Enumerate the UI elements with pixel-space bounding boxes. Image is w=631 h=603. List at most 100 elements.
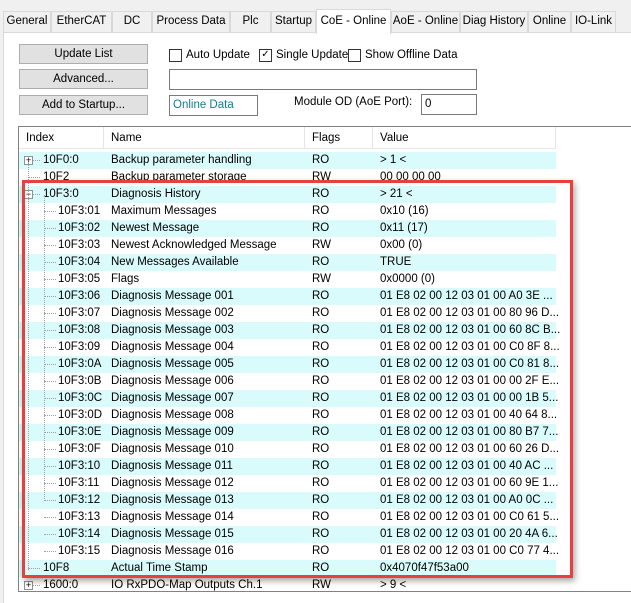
column-header-index[interactable]: Index [19,127,104,149]
table-row[interactable]: 10F3:0B Diagnosis Message 006 RO 01 E8 02 0… [19,373,560,390]
table-row[interactable]: 10F3:03 Newest Acknowledged Message RW 0x00… [19,237,556,254]
tree-connector [44,364,56,365]
table-row[interactable]: 10F3:0A Diagnosis Message 005 RO 01 E8 02 0… [19,356,559,373]
module-od-input[interactable]: 0 [421,94,477,115]
column-header-value[interactable]: Value [373,127,556,149]
row-value: 01 E8 02 00 12 03 01 00 A0 0C ... [380,494,554,506]
tab-startup[interactable]: Startup [271,11,316,32]
row-name: Diagnosis Message 009 [111,426,234,438]
single-update-checkbox[interactable]: ✓ Single Update [259,47,348,63]
row-index: 10F3:15 [58,545,101,557]
table-row[interactable]: 10F3:04 New Messages Available RO TRUE [19,254,556,271]
row-flags: RO [312,460,330,472]
row-name: Diagnosis Message 004 [111,341,234,353]
table-row[interactable]: 10F3:11 Diagnosis Message 012 RO 01 E8 02 0… [19,475,558,492]
show-offline-data-checkbox[interactable]: Show Offline Data [348,47,457,63]
auto-update-checkbox[interactable]: Auto Update [169,47,250,63]
table-row[interactable]: 10F3:09 Diagnosis Message 004 RO 01 E8 02 0… [19,339,560,356]
tree-connector [44,228,56,229]
table-row[interactable]: 10F3:0D Diagnosis Message 008 RO 01 E8 02 0… [19,407,557,424]
table-row[interactable]: 10F3:14 Diagnosis Message 015 RO 01 E8 02 0… [19,526,558,543]
row-index: 10F3:0D [58,409,103,421]
table-row[interactable]: 10F3:15 Diagnosis Message 016 RO 01 E8 02 0… [19,543,560,560]
table-row[interactable]: 10F3:08 Diagnosis Message 003 RO 01 E8 02 0… [19,322,560,339]
object-dictionary-list[interactable]: Index Name Flags Value +10F0:0 Backup par… [18,126,631,592]
table-row[interactable]: 10F3:0E Diagnosis Message 009 RO 01 E8 02 0… [19,424,558,441]
row-name: Diagnosis Message 015 [111,528,234,540]
row-value: 01 E8 02 00 12 03 01 00 60 8C B... [380,324,561,336]
row-index: 10F3:01 [58,205,101,217]
row-flags: RO [312,426,330,438]
table-row[interactable]: 10F3:05 Flags RW 0x0000 (0) [19,271,556,288]
tab-aoe-online[interactable]: AoE - Online [391,11,460,32]
row-flags: RO [312,409,330,421]
row-value: > 1 < [380,154,407,166]
row-flags: RO [312,528,330,540]
row-name: Backup parameter storage [111,171,247,183]
row-flags: RW [312,579,331,591]
table-row[interactable]: 10F3:10 Diagnosis Message 011 RO 01 E8 02 0… [19,458,556,475]
tree-connector [44,398,56,399]
row-flags: RW [312,273,331,285]
row-flags: RO [312,205,330,217]
row-value: 01 E8 02 00 12 03 01 00 C0 77 4... [380,545,560,557]
update-list-button[interactable]: Update List [19,44,148,64]
row-name: Diagnosis Message 001 [111,290,234,302]
tab-coe-online[interactable]: CoE - Online [316,9,391,34]
row-index: 10F3:10 [58,460,101,472]
table-row[interactable]: 10F3:07 Diagnosis Message 002 RO 01 E8 02 0… [19,305,560,322]
tree-connector [44,466,56,467]
tree-connector [44,534,56,535]
auto-update-label: Auto Update [186,49,250,61]
row-value: 01 E8 02 00 12 03 01 00 C0 61 5... [380,511,560,523]
tab-plc[interactable]: Plc [230,11,271,32]
table-row[interactable]: 10F3:12 Diagnosis Message 013 RO 01 E8 02 0… [19,492,556,509]
tab-io-link[interactable]: IO-Link [571,11,616,32]
column-header-name[interactable]: Name [104,127,305,149]
row-index: 10F0:0 [43,154,79,166]
row-flags: RO [312,188,330,200]
row-flags: RO [312,307,330,319]
row-name: IO RxPDO-Map Outputs Ch.1 [111,579,263,591]
tree-connector [44,381,56,382]
row-value: 0x0000 (0) [380,273,435,285]
advanced-button[interactable]: Advanced... [19,69,148,89]
row-value: 01 E8 02 00 12 03 01 00 00 2F E... [380,375,560,387]
tree-connector [28,162,29,570]
table-row[interactable]: 10F2 Backup parameter storage RW 00 00 00 0… [19,169,556,186]
tree-connector [44,517,56,518]
expand-icon[interactable]: + [24,581,33,590]
tab-ethercat[interactable]: EtherCAT [51,11,112,32]
table-row[interactable]: 10F3:06 Diagnosis Message 001 RO 01 E8 02 0… [19,288,556,305]
row-value: 00 00 00 00 [380,171,441,183]
row-name: Diagnosis Message 005 [111,358,234,370]
single-update-label: Single Update [276,49,349,61]
tab-process-data[interactable]: Process Data [152,11,230,32]
tab-online[interactable]: Online [528,11,571,32]
table-row[interactable]: 10F3:0F Diagnosis Message 010 RO 01 E8 02 0… [19,441,559,458]
row-name: Flags [111,273,140,285]
row-flags: RO [312,256,330,268]
row-index: 10F3:0 [43,188,79,200]
table-row[interactable]: 10F3:0C Diagnosis Message 007 RO 01 E8 02 0… [19,390,558,407]
data-source-field[interactable]: Online Data [169,95,258,116]
tree-connector [44,500,56,501]
table-row[interactable]: 10F8 Actual Time Stamp RO 0x4070f47f53a00 [19,560,556,577]
table-row[interactable]: 10F3:02 Newest Message RO 0x11 (17) [19,220,556,237]
table-row[interactable]: 10F3:01 Maximum Messages RO 0x10 (16) [19,203,556,220]
tab-general[interactable]: General [3,11,51,32]
table-row[interactable]: −10F3:0 Diagnosis History RO > 21 < [19,186,556,203]
filter-input[interactable] [169,69,477,90]
add-to-startup-button[interactable]: Add to Startup... [19,95,148,115]
column-header-flags[interactable]: Flags [305,127,373,149]
tree-connector [28,568,40,569]
row-flags: RO [312,477,330,489]
table-row[interactable]: 10F3:13 Diagnosis Message 014 RO 01 E8 02 0… [19,509,560,526]
tab-diag-history[interactable]: Diag History [460,11,528,32]
tree-connector [44,483,56,484]
row-value: 01 E8 02 00 12 03 01 00 80 96 D... [380,307,560,319]
table-row[interactable]: +1600:0 IO RxPDO-Map Outputs Ch.1 RW > 9 < [19,577,556,591]
row-index: 10F3:14 [58,528,101,540]
tab-dc[interactable]: DC [112,11,152,32]
table-row[interactable]: +10F0:0 Backup parameter handling RO > 1 < [19,152,556,169]
